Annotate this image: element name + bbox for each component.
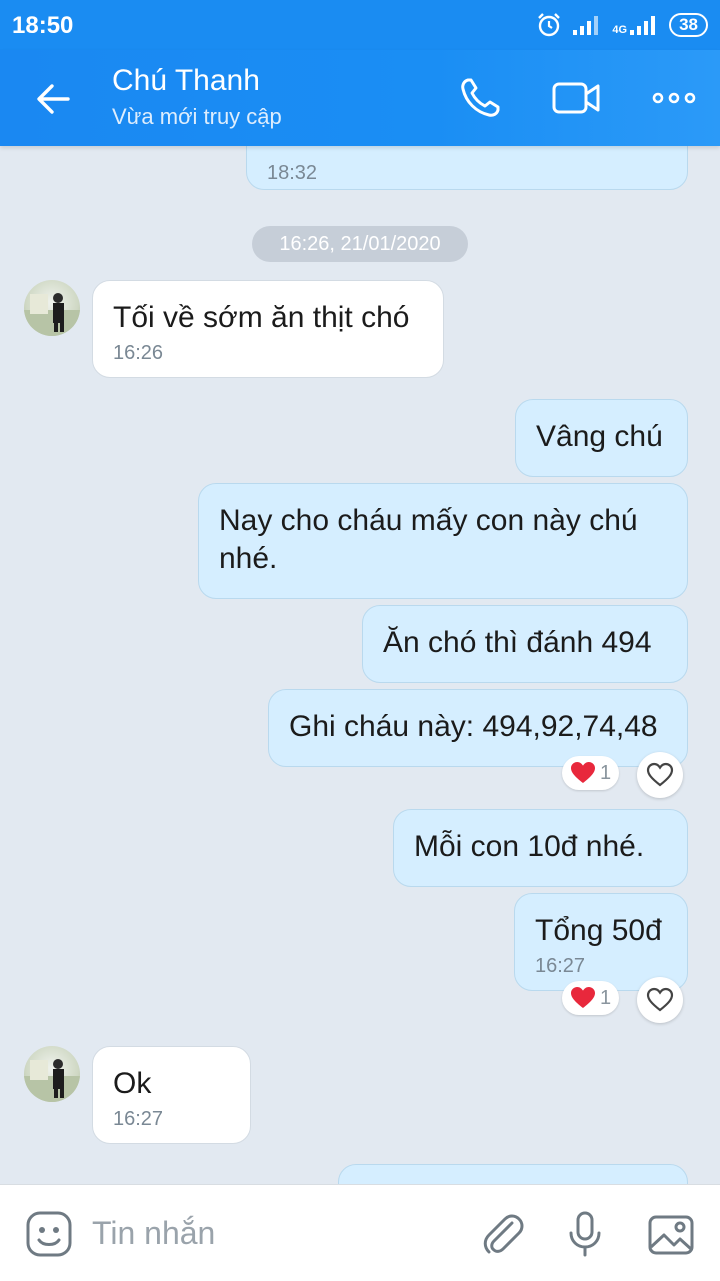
chat-header: Chú Thanh Vừa mới truy cập — [0, 50, 720, 146]
signal-icon — [573, 16, 599, 35]
message-bubble-sent[interactable]: Vâng chú — [515, 399, 688, 477]
signal-4g-icon — [630, 16, 656, 35]
reaction-badge[interactable]: 1 — [562, 756, 620, 790]
attachment-paperclip-icon[interactable] — [478, 1209, 528, 1259]
contact-name[interactable]: Chú Thanh — [112, 64, 260, 98]
video-call-icon[interactable] — [550, 72, 602, 124]
status-bar: 18:50 4G 38 — [0, 0, 720, 50]
status-time: 18:50 — [12, 12, 74, 39]
avatar[interactable] — [24, 280, 80, 336]
message-text: Ok — [113, 1067, 152, 1100]
mobile-data-indicator: 4G — [612, 14, 659, 36]
microphone-icon[interactable] — [560, 1209, 610, 1259]
alarm-icon — [538, 13, 561, 37]
image-gallery-icon[interactable] — [646, 1209, 696, 1259]
message-bubble-sent[interactable]: Mỗi con 10đ nhé. — [393, 809, 688, 887]
message-text: Mỗi con 10đ nhé. — [414, 830, 645, 863]
status-icons: 4G 38 — [536, 10, 708, 40]
message-composer: Tin nhắn — [0, 1184, 720, 1281]
avatar-photo — [24, 1059, 80, 1102]
message-bubble-received[interactable]: Tối về sớm ăn thịt chó 16:26 — [92, 280, 444, 378]
message-bubble-sent[interactable]: Ghi cháu này: 494,92,74,48 — [268, 689, 688, 767]
react-button[interactable] — [637, 977, 683, 1023]
emoji-sticker-icon[interactable] — [24, 1209, 74, 1259]
message-text: Tối về sớm ăn thịt chó — [113, 301, 410, 334]
heart-icon — [571, 762, 595, 783]
avatar-photo — [24, 293, 80, 336]
back-arrow-icon[interactable] — [30, 76, 76, 122]
message-list[interactable]: 18:32 16:26, 21/01/2020 Tối về sớm ăn th… — [0, 146, 720, 1184]
message-text: Tổng 50đ — [535, 914, 662, 947]
heart-outline-icon — [646, 762, 674, 787]
message-time: 16:27 — [535, 955, 586, 977]
message-bubble-received[interactable]: Ok 16:27 — [92, 1046, 251, 1144]
message-text: Ăn chó thì đánh 494 — [383, 626, 652, 659]
reaction-badge[interactable]: 1 — [562, 981, 620, 1015]
date-separator: 16:26, 21/01/2020 — [252, 226, 468, 262]
heart-icon — [571, 987, 595, 1008]
message-time: 16:27 — [113, 1108, 164, 1130]
more-options-icon[interactable] — [648, 72, 700, 124]
message-bubble-sent[interactable]: Nay cho cháu mấy con này chú nhé. — [198, 483, 688, 599]
message-text: Vâng chú — [536, 420, 663, 453]
message-text: Ghi cháu này: 494,92,74,48 — [289, 710, 658, 743]
react-button[interactable] — [637, 752, 683, 798]
heart-outline-icon — [646, 987, 674, 1012]
message-time: 18:32 — [267, 162, 318, 184]
message-text: Nay cho cháu mấy con này chú nhé. — [219, 504, 638, 575]
message-bubble-previous[interactable]: 18:32 — [246, 146, 688, 190]
reaction-count: 1 — [600, 986, 612, 1009]
message-time: 16:26 — [113, 342, 164, 364]
reaction-count: 1 — [600, 761, 612, 784]
battery-indicator: 38 — [669, 13, 708, 37]
contact-status: Vừa mới truy cập — [112, 104, 282, 129]
network-type: 4G — [612, 24, 628, 36]
avatar[interactable] — [24, 1046, 80, 1102]
message-bubble-sent[interactable]: Ăn chó thì đánh 494 — [362, 605, 688, 683]
message-bubble-next[interactable] — [338, 1164, 688, 1184]
message-input[interactable]: Tin nhắn — [92, 1215, 215, 1252]
phone-call-icon[interactable] — [454, 72, 506, 124]
